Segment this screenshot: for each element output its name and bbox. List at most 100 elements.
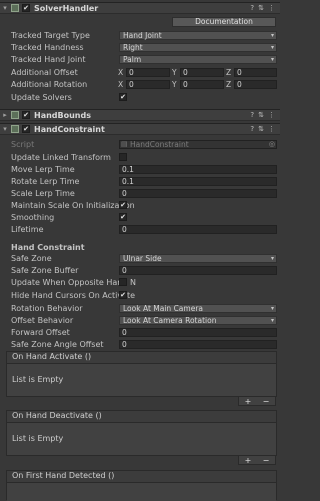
z-axis-label: Z [226, 67, 232, 77]
update-when-opposite-checkbox[interactable] [119, 278, 127, 286]
property-label: Tracked Hand Joint [11, 54, 86, 64]
move-lerp-time-field[interactable]: 0.1 [119, 164, 277, 174]
event-list-controls: + − [238, 455, 276, 465]
smoothing-checkbox[interactable]: ✔ [119, 213, 127, 221]
update-linked-transform-checkbox[interactable] [119, 153, 127, 161]
fold-arrow-icon[interactable]: ▾ [1, 125, 9, 133]
offset-x-field[interactable]: 0 [126, 67, 170, 77]
dropdown-arrow-icon: ▾ [270, 55, 274, 63]
help-icon[interactable]: ? [250, 125, 254, 133]
y-axis-label: Y [172, 79, 177, 89]
safe-zone-dropdown[interactable]: Ulnar Side ▾ [119, 253, 277, 263]
hand-constraint-section-row: Hand Constraint [0, 242, 280, 252]
dropdown-arrow-icon: ▾ [270, 254, 274, 262]
object-picker-icon: ◎ [268, 140, 275, 148]
hand-bounds-header[interactable]: ▸ ✔ HandBounds ? ⇅ ⋮ [0, 109, 280, 121]
safe-zone-row: Safe Zone Ulnar Side ▾ [0, 253, 280, 263]
property-label: Safe Zone Angle Offset [11, 339, 104, 349]
menu-icon[interactable]: ⋮ [268, 4, 275, 12]
maintain-scale-row: Maintain Scale On Initialization ✔ [0, 200, 280, 210]
tracked-hand-joint-row: Tracked Hand Joint Palm ▾ [0, 54, 280, 64]
additional-rotation-row: Additional Rotation X 0 Y 0 Z 0 [0, 79, 280, 89]
add-listener-button[interactable]: + [245, 456, 252, 465]
dropdown-value: Ulnar Side [123, 253, 162, 263]
safe-zone-buffer-row: Safe Zone Buffer 0 [0, 265, 280, 275]
tracked-handness-dropdown[interactable]: Right ▾ [119, 42, 277, 52]
dropdown-arrow-icon: ▾ [270, 43, 274, 51]
x-axis-label: X [118, 67, 124, 77]
rotate-lerp-time-field[interactable]: 0.1 [119, 176, 277, 186]
property-label: Tracked Target Type [11, 30, 90, 40]
property-label: Maintain Scale On Initialization [11, 200, 135, 210]
property-label: Script [11, 139, 35, 149]
forward-offset-field[interactable]: 0 [119, 327, 277, 337]
script-row: Script HandConstraint ▤ ◎ [0, 139, 280, 149]
safe-zone-buffer-field[interactable]: 0 [119, 265, 277, 275]
dropdown-value: Right [123, 42, 143, 52]
component-title: HandBounds [34, 110, 91, 120]
dropdown-arrow-icon: ▾ [270, 304, 274, 312]
offset-behavior-dropdown[interactable]: Look At Camera Rotation ▾ [119, 315, 277, 325]
remove-listener-button[interactable]: − [263, 456, 270, 465]
property-label: Additional Rotation [11, 79, 88, 89]
lifetime-field[interactable]: 0 [119, 224, 277, 234]
preset-icon[interactable]: ⇅ [258, 125, 264, 133]
offset-y-field[interactable]: 0 [180, 67, 224, 77]
rotation-behavior-dropdown[interactable]: Look At Main Camera ▾ [119, 303, 277, 313]
safe-zone-angle-offset-field[interactable]: 0 [119, 339, 277, 349]
property-label: Lifetime [11, 224, 44, 234]
tracked-hand-joint-dropdown[interactable]: Palm ▾ [119, 54, 277, 64]
maintain-scale-checkbox[interactable]: ✔ [119, 201, 127, 209]
fold-arrow-icon[interactable]: ▾ [1, 4, 9, 12]
tracked-handness-row: Tracked Handness Right ▾ [0, 42, 280, 52]
lifetime-row: Lifetime 0 [0, 224, 280, 234]
fold-arrow-icon[interactable]: ▸ [1, 111, 9, 119]
scale-lerp-time-row: Scale Lerp Time 0 [0, 188, 280, 198]
update-solvers-row: Update Solvers ✔ [0, 92, 280, 102]
update-solvers-checkbox[interactable]: ✔ [119, 93, 127, 101]
hide-hand-cursors-checkbox[interactable]: ✔ [119, 291, 127, 299]
script-icon [11, 4, 19, 12]
documentation-button[interactable]: Documentation [172, 17, 276, 27]
hide-hand-cursors-row: Hide Hand Cursors On Activate ✔ [0, 290, 280, 300]
hand-bounds-enabled-checkbox[interactable]: ✔ [22, 111, 30, 119]
rotation-behavior-row: Rotation Behavior Look At Main Camera ▾ [0, 303, 280, 313]
property-label: Tracked Handness [11, 42, 84, 52]
offset-behavior-row: Offset Behavior Look At Camera Rotation … [0, 315, 280, 325]
offset-z-field[interactable]: 0 [234, 67, 277, 77]
add-listener-button[interactable]: + [245, 397, 252, 406]
property-label: Move Lerp Time [11, 164, 75, 174]
safe-zone-angle-offset-row: Safe Zone Angle Offset 0 [0, 339, 280, 349]
property-label: Additional Offset [11, 67, 78, 77]
preset-icon[interactable]: ⇅ [258, 111, 264, 119]
event-list-controls: + − [238, 396, 276, 406]
tracked-target-type-dropdown[interactable]: Hand Joint ▾ [119, 30, 277, 40]
menu-icon[interactable]: ⋮ [268, 125, 275, 133]
menu-icon[interactable]: ⋮ [268, 111, 275, 119]
hand-constraint-header[interactable]: ▾ ✔ HandConstraint ? ⇅ ⋮ [0, 123, 280, 135]
x-axis-label: X [118, 79, 124, 89]
solver-handler-enabled-checkbox[interactable]: ✔ [22, 4, 30, 12]
hand-constraint-enabled-checkbox[interactable]: ✔ [22, 125, 30, 133]
forward-offset-row: Forward Offset 0 [0, 327, 280, 337]
preset-icon[interactable]: ⇅ [258, 4, 264, 12]
property-label: Safe Zone [11, 253, 52, 263]
scale-lerp-time-field[interactable]: 0 [119, 188, 277, 198]
on-first-hand-detected-event: On First Hand Detected () [6, 470, 277, 501]
on-hand-deactivate-event: On Hand Deactivate () List is Empty [6, 410, 277, 456]
rotation-y-field[interactable]: 0 [180, 79, 224, 89]
help-icon[interactable]: ? [250, 111, 254, 119]
rotation-z-field[interactable]: 0 [234, 79, 277, 89]
move-lerp-time-row: Move Lerp Time 0.1 [0, 164, 280, 174]
solver-handler-header[interactable]: ▾ ✔ SolverHandler ? ⇅ ⋮ [0, 2, 280, 14]
section-heading: Hand Constraint [11, 242, 85, 252]
rotation-x-field[interactable]: 0 [126, 79, 170, 89]
help-icon[interactable]: ? [250, 4, 254, 12]
event-body [7, 483, 276, 501]
event-title: On Hand Activate () [7, 352, 276, 364]
remove-listener-button[interactable]: − [263, 397, 270, 406]
property-label: Update Linked Transform [11, 152, 111, 162]
script-value: HandConstraint [130, 139, 189, 149]
dropdown-value: Hand Joint [123, 30, 162, 40]
property-label: Offset Behavior [11, 315, 74, 325]
